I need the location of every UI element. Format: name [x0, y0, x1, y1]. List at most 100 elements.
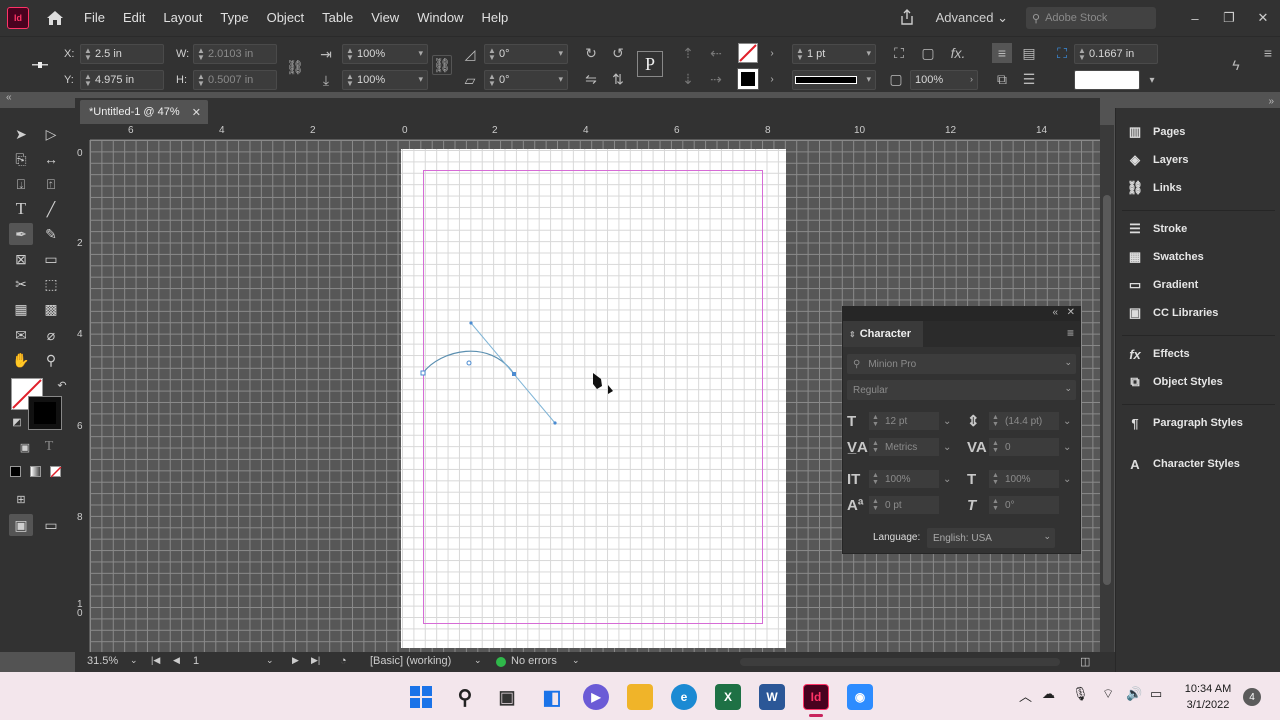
language-label: Language:	[873, 532, 921, 543]
font-style-dropdown[interactable]: Regular ⌄	[847, 380, 1076, 400]
horizontal-scale-control[interactable]: T ▲ ▼ 100% ⌄	[967, 470, 1071, 488]
chevron-down-icon[interactable]: ⌄	[474, 655, 482, 666]
anchor-point[interactable]	[512, 372, 516, 376]
dock-object-styles[interactable]: ⧉ Object Styles	[1126, 374, 1223, 390]
preflight-status[interactable]: No errors	[511, 655, 557, 667]
dock-cc-libraries[interactable]: ▣ CC Libraries	[1126, 305, 1219, 321]
horizontal-scrollbar[interactable]	[740, 658, 1060, 666]
font-size-control[interactable]: T ▲ ▼ 12 pt ⌄	[847, 412, 951, 430]
chevron-up-icon[interactable]: ︿	[1019, 686, 1032, 705]
fx-icon: fx	[1129, 346, 1141, 362]
dock-label: Stroke	[1153, 223, 1188, 235]
skew-value: 0°	[1005, 499, 1015, 511]
kerning-value: Metrics	[885, 441, 918, 453]
previous-page-icon[interactable]: ◀	[173, 655, 180, 666]
dock-layers[interactable]: ◈ Layers	[1126, 152, 1188, 168]
kerning-control[interactable]: V̲A ▲ ▼ Metrics ⌄	[847, 438, 951, 456]
tab-character[interactable]: ⇕ Character	[843, 321, 923, 347]
cc-libraries-icon: ▣	[1128, 305, 1142, 320]
wifi-icon[interactable]: ⌔	[1102, 686, 1114, 702]
chevron-down-icon[interactable]: ⌄	[266, 655, 274, 666]
kerning-icon: V̲A	[847, 438, 868, 456]
split-window-icon[interactable]: ◫	[1080, 655, 1090, 668]
last-page-icon[interactable]: ▶|	[311, 655, 320, 666]
page-number[interactable]: 1	[193, 655, 199, 667]
vertical-scale-icon: IT	[847, 470, 861, 488]
collapse-panel-icon[interactable]: «	[1052, 307, 1058, 318]
windows-taskbar: ⚲ ▣ ◧ ▶ e X W Id ◉ ︿ ☁ 🎙 ⌔ 🔊 ▭ 10:34 AM …	[0, 672, 1280, 720]
leading-value: (14.4 pt)	[1005, 415, 1043, 427]
search-icon[interactable]: ⚲	[452, 684, 478, 710]
panel-menu-icon[interactable]: ≡	[1067, 326, 1074, 340]
dock-swatches[interactable]: ▦ Swatches	[1126, 249, 1204, 265]
notification-badge[interactable]: 4	[1243, 688, 1261, 706]
swatches-icon: ▦	[1128, 249, 1142, 264]
font-size-icon: T	[847, 412, 857, 430]
direction-handle[interactable]	[553, 421, 557, 425]
character-panel: « ✕ ⇕ Character ≡ ⚲ Minion Pro ⌄ Regular ⌄ T…	[842, 306, 1081, 554]
dock-label: Pages	[1153, 126, 1186, 138]
volume-icon[interactable]: 🔊	[1126, 686, 1142, 702]
panel-titlebar[interactable]: « ✕	[843, 307, 1080, 321]
dock-label: Object Styles	[1153, 376, 1223, 388]
stroke-icon: ☰	[1129, 221, 1141, 236]
dock-label: Layers	[1153, 154, 1189, 166]
font-family-field[interactable]: ⚲ Minion Pro ⌄	[847, 354, 1076, 374]
scrollbar-thumb[interactable]	[1103, 195, 1111, 585]
dock-paragraph-styles[interactable]: ¶ Paragraph Styles	[1126, 415, 1243, 431]
dock-stroke[interactable]: ☰ Stroke	[1126, 221, 1187, 237]
anchor-point[interactable]	[420, 370, 426, 376]
indesign-taskbar-icon[interactable]: Id	[803, 684, 829, 710]
first-page-icon[interactable]: |◀	[151, 655, 160, 666]
widgets-icon[interactable]: ◧	[539, 684, 565, 710]
teams-chat-icon[interactable]: ▶	[583, 684, 609, 710]
vertical-scrollbar[interactable]	[1100, 125, 1114, 652]
search-icon: ⚲	[853, 358, 861, 370]
stepper-icon: ▲ ▼	[872, 472, 879, 486]
word-icon[interactable]: W	[759, 684, 785, 710]
stepper-icon: ▲ ▼	[872, 440, 879, 454]
chevron-down-icon[interactable]: ⌄	[572, 655, 580, 666]
zoom-app-icon[interactable]: ◉	[847, 684, 873, 710]
battery-icon[interactable]: ▭	[1150, 686, 1162, 702]
tracking-control[interactable]: VA ▲ ▼ 0 ⌄	[967, 438, 1071, 456]
file-explorer-icon[interactable]	[627, 684, 653, 710]
taskbar-clock[interactable]: 10:34 AM 3/1/2022	[1176, 681, 1240, 713]
next-page-icon[interactable]: ▶	[292, 655, 299, 666]
collapse-dock-icon[interactable]: »	[1268, 96, 1274, 107]
dock-pages[interactable]: ▥ Pages	[1126, 124, 1186, 140]
zoom-level[interactable]: 31.5%	[87, 655, 118, 667]
microphone-icon[interactable]: 🎙	[1072, 686, 1089, 702]
windows-start-icon[interactable]	[408, 684, 434, 710]
preflight-ok-icon	[496, 657, 506, 667]
excel-icon[interactable]: X	[715, 684, 741, 710]
dock-effects[interactable]: fx Effects	[1126, 346, 1189, 362]
task-view-icon[interactable]: ▣	[494, 684, 520, 710]
dock-gradient[interactable]: ▭ Gradient	[1126, 277, 1198, 293]
vertical-scale-control[interactable]: IT ▲ ▼ 100% ⌄	[847, 470, 951, 488]
onedrive-icon[interactable]: ☁	[1042, 686, 1055, 702]
baseline-shift-control[interactable]: Aª ▲ ▼ 0 pt	[847, 496, 939, 514]
skew-control[interactable]: T ▲ ▼ 0°	[967, 496, 1059, 514]
bezier-path[interactable]	[422, 350, 515, 375]
dock-links[interactable]: ⛓ Links	[1126, 180, 1182, 196]
language-dropdown[interactable]: English: USA ⌄	[927, 528, 1055, 548]
dock-label: Links	[1153, 182, 1182, 194]
baseline-shift-icon: Aª	[847, 496, 864, 514]
dock-character-styles[interactable]: A Character Styles	[1126, 456, 1240, 472]
pen-cursor-icon	[593, 373, 613, 394]
panel-dock: » ▥ Pages ◈ Layers ⛓ Links ☰ Stroke ▦ Swatche…	[1115, 96, 1280, 672]
dock-label: Gradient	[1153, 279, 1199, 291]
leading-control[interactable]: ⇕ ▲ ▼ (14.4 pt) ⌄	[967, 412, 1071, 430]
baseline-shift-value: 0 pt	[885, 499, 902, 511]
close-panel-icon[interactable]: ✕	[1067, 307, 1075, 318]
chevron-down-icon[interactable]: ⌄	[130, 655, 138, 666]
dock-label: CC Libraries	[1153, 307, 1219, 319]
direction-handle[interactable]	[469, 321, 473, 325]
active-app-indicator	[809, 714, 823, 717]
open-page-icon[interactable]: ◔	[340, 655, 347, 667]
edge-browser-icon[interactable]: e	[671, 684, 697, 710]
chevron-down-icon: ⌄	[1043, 531, 1051, 541]
horizontal-scale-value: 100%	[1005, 473, 1031, 485]
font-style-value: Regular	[853, 384, 889, 396]
